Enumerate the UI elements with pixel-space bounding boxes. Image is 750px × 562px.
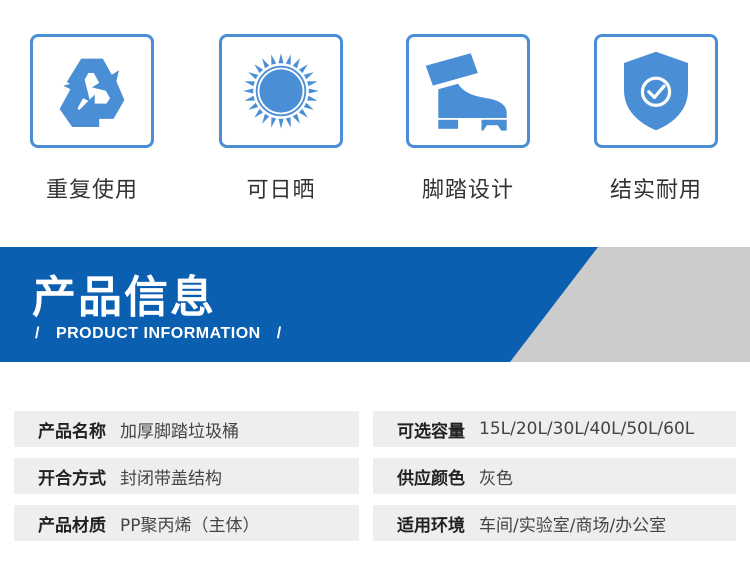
info-key: 开合方式 [38, 468, 106, 489]
sun-ray [278, 53, 284, 64]
info-row: 供应颜色 灰色 [373, 458, 736, 494]
feature-row: 重复使用 可日晒 脚踏设计 结实耐用 [0, 0, 750, 240]
feature-pedal: 脚踏设计 [406, 34, 530, 203]
info-key: 可选容量 [397, 421, 465, 442]
sun-icon [219, 34, 343, 148]
feature-reuse: 重复使用 [30, 34, 154, 203]
info-row: 开合方式 封闭带盖结构 [14, 458, 359, 494]
slash-left: / [35, 325, 40, 342]
sun-ray [278, 118, 284, 129]
feature-label: 重复使用 [45, 178, 138, 203]
banner-title: 产品信息 [32, 272, 216, 323]
recycle-icon [30, 34, 154, 148]
sun-ray [292, 113, 300, 124]
sun-ray [244, 81, 255, 87]
sun-ray [303, 102, 314, 110]
sun-ray [248, 72, 259, 80]
foot-pedal-icon [406, 34, 530, 148]
info-key: 产品材质 [38, 515, 106, 536]
sun-ray [248, 102, 259, 110]
sun-ray [243, 88, 254, 94]
sun-ray [292, 58, 300, 69]
info-value: 灰色 [479, 468, 513, 489]
sun-ray [298, 108, 308, 118]
shield-check-icon [594, 34, 718, 148]
sun-ray [254, 64, 264, 74]
sun-ray [307, 81, 318, 87]
sun-ray [298, 64, 308, 74]
sun-ray [285, 117, 291, 128]
sun-ray [271, 117, 277, 128]
feature-label: 可日晒 [246, 178, 316, 203]
info-row: 适用环境 车间/实验室/商场/办公室 [373, 505, 736, 541]
product-info-banner: 产品信息 / PRODUCT INFORMATION / [0, 247, 750, 362]
info-row: 可选容量 15L/20L/30L/40L/50L/60L [373, 411, 736, 447]
info-value: PP聚丙烯（主体） [120, 515, 260, 536]
banner-subtitle-text: PRODUCT INFORMATION [55, 325, 261, 342]
sun-ray [262, 113, 270, 124]
feature-sun: 可日晒 [219, 34, 343, 203]
sun-ray [254, 108, 264, 118]
sun-ray [303, 72, 314, 80]
slash-right: / [276, 325, 282, 342]
info-row: 产品名称 加厚脚踏垃圾桶 [14, 411, 359, 447]
info-key: 适用环境 [397, 515, 465, 536]
info-key: 供应颜色 [397, 468, 465, 489]
sun-ray [244, 95, 255, 101]
sun-ray [271, 54, 277, 65]
sun-ray [285, 54, 291, 65]
banner-subtitle: / PRODUCT INFORMATION / [35, 325, 282, 343]
sun-ray [262, 58, 270, 69]
feature-label: 结实耐用 [609, 178, 702, 203]
feature-durable: 结实耐用 [594, 34, 718, 203]
info-value: 15L/20L/30L/40L/50L/60L [479, 419, 695, 439]
sun-ray [308, 88, 319, 94]
info-key: 产品名称 [38, 421, 106, 442]
feature-label: 脚踏设计 [421, 178, 514, 203]
info-value: 封闭带盖结构 [120, 468, 222, 489]
info-row: 产品材质 PP聚丙烯（主体） [14, 505, 359, 541]
info-value: 车间/实验室/商场/办公室 [479, 515, 667, 536]
sun-ray [307, 95, 318, 101]
info-value: 加厚脚踏垃圾桶 [120, 421, 239, 442]
